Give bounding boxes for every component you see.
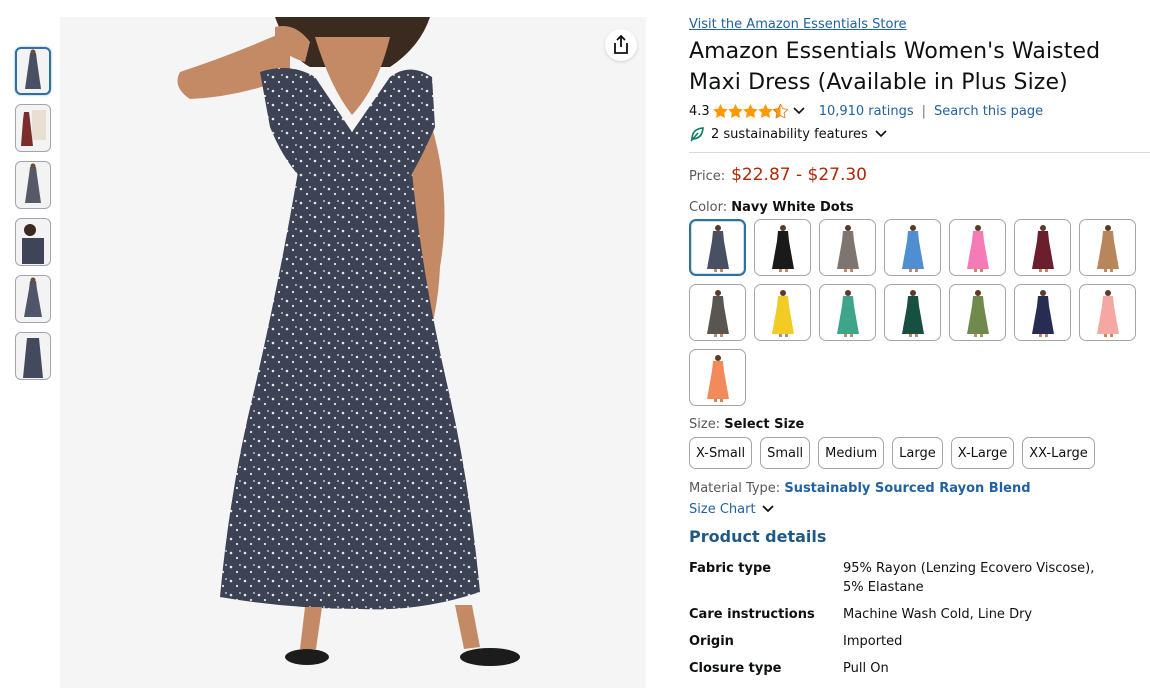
- thumbnail-4[interactable]: [15, 218, 51, 266]
- main-product-image[interactable]: [60, 17, 646, 688]
- star-icon: [712, 104, 728, 118]
- color-swatch[interactable]: [1079, 284, 1136, 341]
- color-swatch[interactable]: [884, 219, 941, 276]
- size-option-x-large[interactable]: X-Large: [950, 437, 1015, 469]
- size-option-large[interactable]: Large: [892, 437, 943, 469]
- table-row: Care instructions Machine Wash Cold, Lin…: [689, 605, 1150, 624]
- detail-value: 95% Rayon (Lenzing Ecovero Viscose), 5% …: [843, 561, 1095, 595]
- chevron-down-icon: [761, 505, 774, 513]
- material-value: Sustainably Sourced Rayon Blend: [784, 481, 1031, 496]
- detail-key: Care instructions: [689, 607, 815, 622]
- search-page-link[interactable]: Search this page: [934, 104, 1043, 119]
- detail-key: Fabric type: [689, 561, 772, 576]
- color-swatch[interactable]: [1079, 219, 1136, 276]
- size-options: X-Small Small Medium Large X-Large XX-La…: [689, 437, 1150, 469]
- table-row: Fabric type 95% Rayon (Lenzing Ecovero V…: [689, 559, 1150, 597]
- rating-row: 4.3 10,910 ratings | Search this page: [689, 101, 1150, 121]
- color-swatch[interactable]: [754, 219, 811, 276]
- color-swatch[interactable]: [819, 219, 876, 276]
- thumbnail-3[interactable]: [15, 161, 51, 209]
- size-label: Size: Select Size: [689, 417, 1150, 432]
- size-label-text: Size:: [689, 417, 721, 432]
- color-swatch[interactable]: [1014, 219, 1071, 276]
- sustainability-text: 2 sustainability features: [711, 126, 868, 142]
- color-swatch[interactable]: [1014, 284, 1071, 341]
- price-label: Price:: [689, 169, 726, 184]
- color-swatch[interactable]: [689, 349, 746, 406]
- half-star-icon: [772, 104, 788, 118]
- thumbnail-6[interactable]: [15, 332, 51, 380]
- size-option-medium[interactable]: Medium: [818, 437, 885, 469]
- size-option-x-small[interactable]: X-Small: [689, 437, 753, 469]
- color-swatch[interactable]: [689, 219, 746, 276]
- selected-size: Select Size: [724, 417, 805, 432]
- ratings-count-link[interactable]: 10,910 ratings: [819, 104, 914, 119]
- star-icon: [742, 104, 758, 118]
- color-swatch[interactable]: [884, 284, 941, 341]
- size-option-small[interactable]: Small: [760, 437, 811, 469]
- detail-key: Origin: [689, 634, 734, 649]
- star-icon: [757, 104, 773, 118]
- size-chart-label: Size Chart: [689, 501, 756, 517]
- detail-value: Imported: [843, 634, 903, 649]
- share-button[interactable]: [605, 29, 637, 61]
- leaf-icon: [690, 127, 704, 142]
- size-option-xx-large[interactable]: XX-Large: [1022, 437, 1095, 469]
- thumbnail-1[interactable]: [15, 47, 51, 95]
- chevron-down-icon: [875, 130, 887, 138]
- thumbnail-5[interactable]: [15, 275, 51, 323]
- chevron-down-icon[interactable]: [791, 103, 807, 119]
- star-rating[interactable]: [712, 104, 788, 118]
- separator: |: [921, 103, 926, 119]
- thumbnail-2[interactable]: [15, 104, 51, 152]
- color-swatch[interactable]: [949, 284, 1006, 341]
- price-value: $22.87 - $27.30: [731, 165, 868, 185]
- detail-value: Machine Wash Cold, Line Dry: [843, 607, 1033, 622]
- share-icon: [614, 35, 628, 54]
- color-swatch[interactable]: [754, 284, 811, 341]
- divider: [689, 152, 1150, 153]
- star-icon: [727, 104, 743, 118]
- material-type: Material Type: Sustainably Sourced Rayon…: [689, 481, 1150, 496]
- size-chart-link[interactable]: Size Chart: [689, 501, 1150, 517]
- selected-color: Navy White Dots: [731, 200, 854, 215]
- color-swatch[interactable]: [819, 284, 876, 341]
- color-swatches: [689, 219, 1149, 406]
- detail-value: Pull On: [843, 661, 889, 676]
- detail-key: Closure type: [689, 661, 782, 676]
- thumbnail-list: [15, 47, 55, 389]
- color-swatch[interactable]: [689, 284, 746, 341]
- sustainability-row[interactable]: 2 sustainability features: [689, 124, 1150, 144]
- table-row: Origin Imported: [689, 632, 1150, 651]
- color-label-text: Color:: [689, 200, 728, 215]
- store-link[interactable]: Visit the Amazon Essentials Store: [689, 16, 1150, 34]
- product-details-heading: Product details: [689, 527, 827, 546]
- product-title: Amazon Essentials Women's Waisted Maxi D…: [689, 39, 1101, 95]
- product-details-table: Fabric type 95% Rayon (Lenzing Ecovero V…: [689, 559, 1150, 678]
- table-row: Closure type Pull On: [689, 659, 1150, 678]
- color-swatch[interactable]: [949, 219, 1006, 276]
- product-info-panel: Visit the Amazon Essentials Store Amazon…: [689, 16, 1150, 686]
- color-label: Color: Navy White Dots: [689, 200, 1150, 215]
- rating-value: 4.3: [689, 103, 710, 119]
- price-row: Price: $22.87 - $27.30: [689, 165, 1150, 185]
- material-label: Material Type:: [689, 481, 781, 496]
